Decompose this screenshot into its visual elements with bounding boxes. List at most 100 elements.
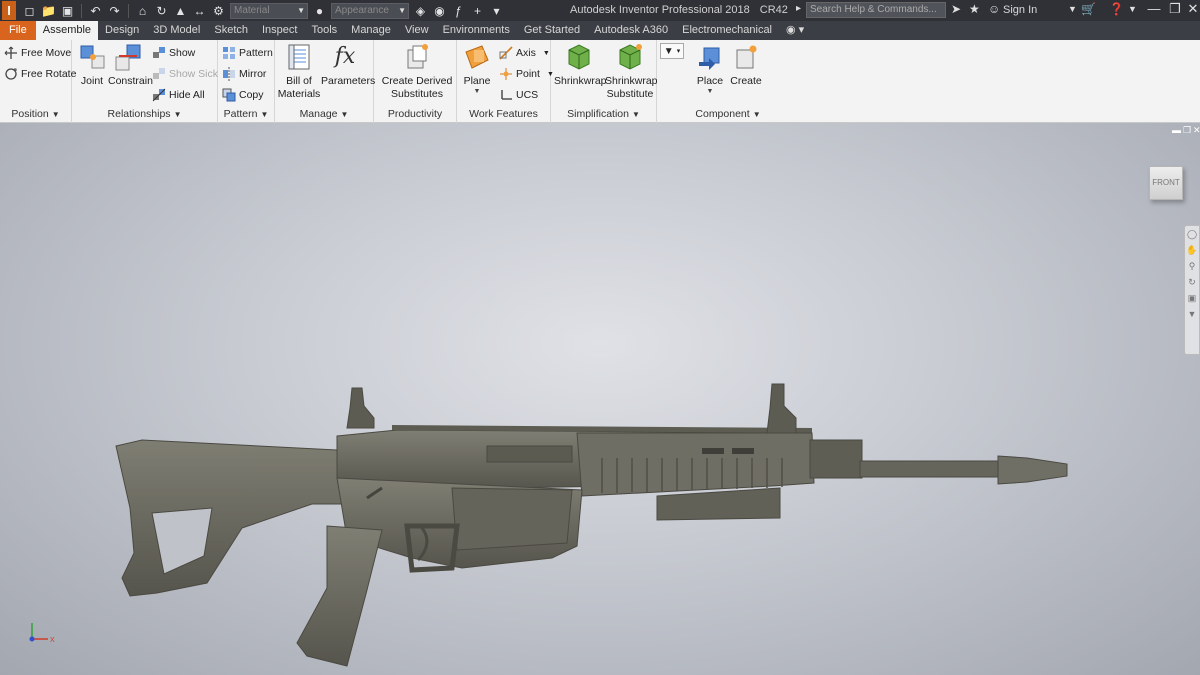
undo-icon[interactable]: ↶ [88,4,103,19]
plus-icon[interactable]: + [470,4,485,19]
customize-dropdown-icon[interactable]: ▾ [489,4,504,19]
ribbon-display-options-icon[interactable]: ◉ ▾ [779,21,811,40]
new-file-icon[interactable]: ◻ [22,4,37,19]
steering-wheel-icon[interactable]: ◯ [1185,226,1199,242]
restore-button[interactable]: ❐ [1166,1,1184,17]
viewcube[interactable]: FRONT [1149,166,1183,200]
user-icon[interactable]: ☺ [988,2,1000,16]
bill-of-materials-icon [284,42,314,72]
rifle-assembly-model[interactable] [112,378,1072,675]
search-expand-icon[interactable]: ▸ [796,3,801,14]
panel-label-pattern[interactable]: Pattern ▼ [218,108,274,122]
search-input[interactable]: Search Help & Commands... [806,2,946,18]
free-rotate-button[interactable]: Free Rotate [4,65,76,83]
free-move-button[interactable]: Free Move [4,44,71,62]
muzzle-device [997,455,1068,485]
material-dropdown[interactable]: Material ▼ [230,3,308,19]
tab-assemble[interactable]: Assemble [35,21,99,40]
panel-label-component[interactable]: Component ▼ [688,108,768,122]
shrinkwrap-button[interactable]: Shrinkwrap [554,42,607,88]
select-icon[interactable]: ▲ [173,4,188,19]
viewport-minimize-icon[interactable]: ▬ [1172,125,1181,135]
simplify-view-dropdown[interactable]: ▼ ▾ [660,43,684,59]
plane-icon [462,42,492,72]
help-icon[interactable]: ❓ [1109,2,1124,16]
place-button[interactable]: Place ▼ [692,42,728,96]
quick-access-toolbar: ◻ 📁 ▣ ↶ ↷ ⌂ ↻ ▲ ↔ ⚙ Material ▼ ● Appearan… [22,3,504,19]
close-button[interactable]: ✕ [1184,1,1200,17]
constrain-button[interactable]: Constrain [108,42,153,88]
create-component-button[interactable]: Create [728,42,764,88]
charging-handle [486,445,573,463]
free-move-icon [4,46,18,60]
help-dropdown-icon[interactable]: ▼ [1128,4,1137,14]
orbit-icon[interactable]: ↻ [1185,274,1199,290]
parameters-button[interactable]: fx Parameters [321,42,375,88]
sign-in-dropdown-icon[interactable]: ▼ [1068,4,1077,14]
update-icon[interactable]: ↻ [154,4,169,19]
tab-view[interactable]: View [398,21,436,40]
hide-all-button[interactable]: Hide All [152,86,205,104]
create-component-icon [731,42,761,72]
home-icon[interactable]: ⌂ [135,4,150,19]
appearance-sphere-icon[interactable]: ● [312,4,327,19]
tab-sketch[interactable]: Sketch [207,21,255,40]
viewport-close-icon[interactable]: ✕ [1193,125,1200,136]
adjust-icon[interactable]: ◈ [413,4,428,19]
sign-in-link[interactable]: Sign In [1003,4,1037,16]
simplify-view-icon: ▼ [663,45,674,57]
viewport-restore-icon[interactable]: ❐ [1183,125,1191,136]
look-at-icon[interactable]: ▣ [1185,290,1199,306]
ucs-icon [499,88,513,102]
bill-of-materials-button[interactable]: Bill of Materials [277,42,321,101]
save-icon[interactable]: ▣ [60,4,75,19]
tab-design[interactable]: Design [98,21,146,40]
function-icon[interactable]: ƒ [451,4,466,19]
panel-label-simplification[interactable]: Simplification ▼ [551,108,656,122]
navbar-expand-icon[interactable]: ▼ [1185,306,1199,322]
pattern-icon [222,46,236,60]
plane-button[interactable]: Plane ▼ [461,42,493,96]
clear-icon[interactable]: ◉ [432,4,447,19]
hide-all-icon [152,88,166,102]
minimize-button[interactable]: — [1145,1,1163,16]
joint-button[interactable]: Joint [78,42,106,88]
inventor-logo-icon[interactable]: I [2,1,16,20]
open-folder-icon[interactable]: 📁 [41,4,56,19]
pan-icon[interactable]: ✋ [1185,242,1199,258]
tab-tools[interactable]: Tools [304,21,344,40]
search-arrow-icon[interactable]: ➤ [951,2,961,16]
zoom-icon[interactable]: ⚲ [1185,258,1199,274]
tab-environments[interactable]: Environments [436,21,517,40]
panel-label-position[interactable]: Position ▼ [0,108,71,122]
navigation-bar: ◯ ✋ ⚲ ↻ ▣ ▼ [1184,225,1200,355]
tab-autodesk-a360[interactable]: Autodesk A360 [587,21,675,40]
show-button[interactable]: Show [152,44,195,62]
tab-get-started[interactable]: Get Started [517,21,587,40]
copy-button[interactable]: Copy [222,86,264,104]
panel-label-manage[interactable]: Manage ▼ [275,108,373,122]
measure-icon[interactable]: ↔ [192,4,207,19]
shrinkwrap-substitute-button[interactable]: Shrinkwrap Substitute [605,42,658,101]
show-sick-button[interactable]: Show Sick [152,65,218,83]
point-button[interactable]: Point ▼ [499,65,554,83]
tab-manage[interactable]: Manage [344,21,398,40]
tab-inspect[interactable]: Inspect [255,21,304,40]
tab-electromechanical[interactable]: Electromechanical [675,21,779,40]
cart-icon[interactable]: 🛒 [1081,2,1096,16]
mirror-button[interactable]: Mirror [222,65,266,83]
favorites-star-icon[interactable]: ★ [969,2,980,16]
axis-button[interactable]: Axis ▼ [499,44,550,62]
ucs-button[interactable]: UCS [499,86,538,104]
pattern-button[interactable]: Pattern [222,44,273,62]
ipro-icon[interactable]: ⚙ [211,4,226,19]
graphics-window[interactable]: ▬ ❐ ✕ FRONT ◯ ✋ ⚲ ↻ ▣ ▼ X [0,123,1200,675]
create-derived-substitutes-button[interactable]: Create Derived Substitutes [378,42,456,101]
tab-3d-model[interactable]: 3D Model [146,21,207,40]
tab-file[interactable]: File [0,21,36,40]
window-title: Autodesk Inventor Professional 2018 CR42 [570,4,788,16]
panel-label-work-features: Work Features [469,108,538,120]
redo-icon[interactable]: ↷ [107,4,122,19]
panel-label-relationships[interactable]: Relationships ▼ [72,108,217,122]
appearance-dropdown[interactable]: Appearance ▼ [331,3,409,19]
